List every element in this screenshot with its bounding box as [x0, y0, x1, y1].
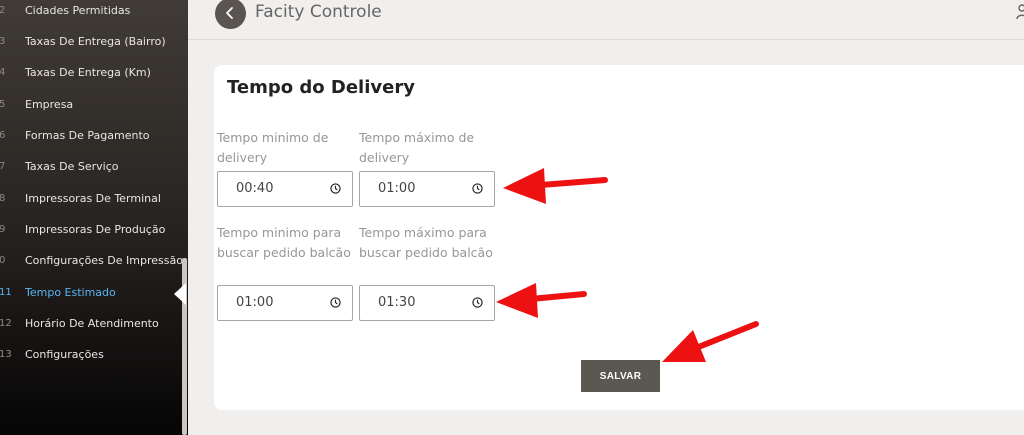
sidebar-item-number: 0: [0, 255, 6, 266]
sidebar-item-number: 7: [0, 161, 6, 172]
delivery-min-label: Tempo minimo de delivery: [217, 130, 329, 165]
card-title: Tempo do Delivery: [227, 77, 415, 98]
sidebar-item-number: 4: [0, 67, 6, 78]
sidebar-item-number: 11: [0, 287, 12, 298]
sidebar-item-label: Taxas De Entrega (Bairro): [25, 35, 166, 48]
sidebar: 2 Cidades Permitidas 3 Taxas De Entrega …: [0, 0, 188, 435]
sidebar-item-configuracoes-impressao[interactable]: 0 Configurações De Impressão: [0, 251, 184, 271]
sidebar-item-label: Tempo Estimado: [25, 286, 116, 299]
sidebar-item-label: Configurações De Impressão: [25, 254, 183, 267]
pickup-max-value: 01:30: [378, 295, 416, 310]
delivery-max-label: Tempo máximo de delivery: [359, 130, 475, 165]
sidebar-item-configuracoes[interactable]: 13 Configurações: [0, 345, 184, 365]
sidebar-item-formas-pagamento[interactable]: 6 Formas De Pagamento: [0, 126, 184, 146]
active-item-indicator: [174, 283, 186, 305]
sidebar-item-label: Configurações: [25, 348, 104, 361]
sidebar-item-impressoras-producao[interactable]: 9 Impressoras De Produção: [0, 220, 184, 240]
sidebar-item-horario-atendimento[interactable]: 12 Horário De Atendimento: [0, 314, 184, 334]
sidebar-item-cidades-permitidas[interactable]: 2 Cidades Permitidas: [0, 1, 184, 21]
clock-icon[interactable]: [472, 297, 483, 308]
app-title: Facity Controle: [255, 2, 382, 22]
delivery-min-input[interactable]: 00:40: [217, 171, 353, 207]
sidebar-item-number: 9: [0, 224, 6, 235]
sidebar-item-label: Impressoras De Produção: [25, 223, 166, 236]
sidebar-item-taxas-bairro[interactable]: 3 Taxas De Entrega (Bairro): [0, 32, 184, 52]
clock-icon[interactable]: [330, 183, 341, 194]
sidebar-item-label: Empresa: [25, 98, 74, 111]
delivery-min-value: 00:40: [236, 181, 274, 196]
sidebar-item-label: Taxas De Serviço: [25, 160, 119, 173]
back-button[interactable]: [215, 0, 246, 29]
pickup-min-input[interactable]: 01:00: [217, 285, 353, 321]
sidebar-item-number: 13: [0, 349, 12, 360]
user-icon[interactable]: [1016, 4, 1024, 20]
sidebar-item-label: Cidades Permitidas: [25, 4, 131, 17]
delivery-max-input[interactable]: 01:00: [359, 171, 495, 207]
sidebar-item-impressoras-terminal[interactable]: 8 Impressoras De Terminal: [0, 189, 184, 209]
sidebar-item-number: 5: [0, 99, 6, 110]
pickup-min-label: Tempo minimo para buscar pedido balcão: [217, 225, 351, 260]
topbar: Facity Controle: [188, 0, 1024, 40]
sidebar-item-label: Horário De Atendimento: [25, 317, 159, 330]
sidebar-item-empresa[interactable]: 5 Empresa: [0, 95, 184, 115]
save-button[interactable]: SALVAR: [581, 360, 660, 392]
sidebar-item-taxas-km[interactable]: 4 Taxas De Entrega (Km): [0, 63, 184, 83]
sidebar-item-number: 8: [0, 193, 6, 204]
delivery-time-card: Tempo do Delivery Tempo minimo de delive…: [214, 65, 1024, 410]
pickup-max-label: Tempo máximo para buscar pedido balcão: [359, 225, 493, 260]
sidebar-item-taxas-servico[interactable]: 7 Taxas De Serviço: [0, 157, 184, 177]
pickup-min-value: 01:00: [236, 295, 274, 310]
sidebar-item-label: Formas De Pagamento: [25, 129, 150, 142]
pickup-max-input[interactable]: 01:30: [359, 285, 495, 321]
chevron-left-icon: [226, 7, 233, 19]
sidebar-item-number: 3: [0, 36, 6, 47]
sidebar-item-label: Impressoras De Terminal: [25, 192, 161, 205]
clock-icon[interactable]: [472, 183, 483, 194]
sidebar-item-number: 2: [0, 5, 6, 16]
sidebar-item-number: 6: [0, 130, 6, 141]
delivery-max-value: 01:00: [378, 181, 416, 196]
sidebar-item-label: Taxas De Entrega (Km): [25, 66, 151, 79]
sidebar-item-number: 12: [0, 318, 12, 329]
sidebar-item-tempo-estimado[interactable]: 11 Tempo Estimado: [0, 283, 184, 303]
clock-icon[interactable]: [330, 297, 341, 308]
